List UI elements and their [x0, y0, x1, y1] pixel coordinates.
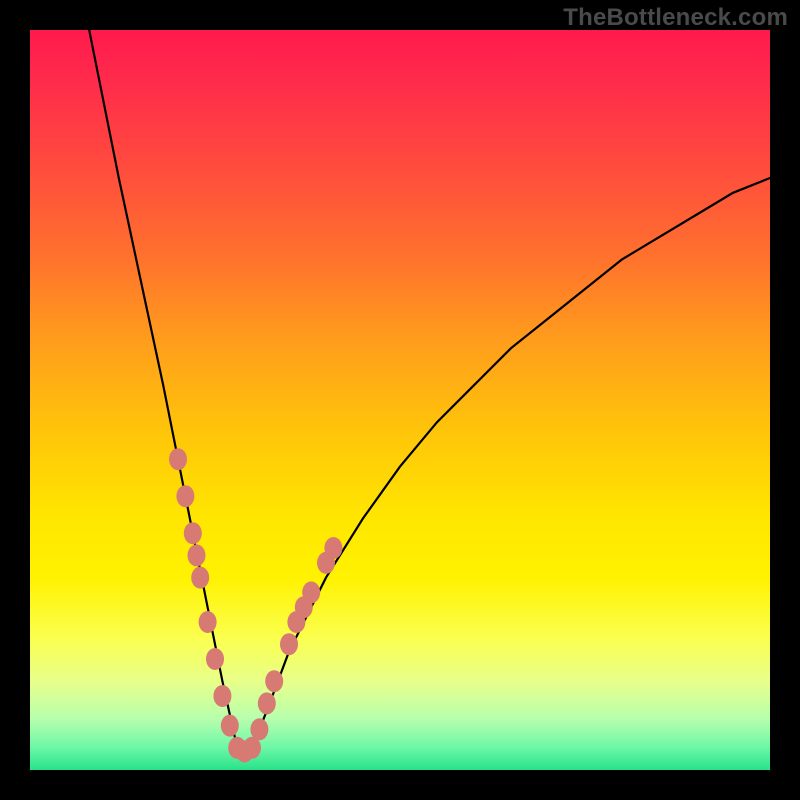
marker-dot	[169, 448, 187, 470]
marker-dot	[191, 567, 209, 589]
marker-dot	[199, 611, 217, 633]
bottleneck-curve	[89, 30, 770, 748]
marker-dot	[188, 544, 206, 566]
marker-dot	[221, 715, 239, 737]
plot-area	[30, 30, 770, 770]
marker-dot	[302, 581, 320, 603]
watermark-text: TheBottleneck.com	[563, 4, 788, 32]
marker-group	[169, 448, 342, 762]
marker-dot	[250, 718, 268, 740]
marker-dot	[258, 692, 276, 714]
marker-dot	[206, 648, 224, 670]
marker-dot	[213, 685, 231, 707]
marker-dot	[324, 537, 342, 559]
marker-dot	[176, 485, 194, 507]
chart-frame: TheBottleneck.com	[0, 0, 800, 800]
marker-dot	[280, 633, 298, 655]
curve-svg	[30, 30, 770, 770]
marker-dot	[184, 522, 202, 544]
marker-dot	[265, 670, 283, 692]
